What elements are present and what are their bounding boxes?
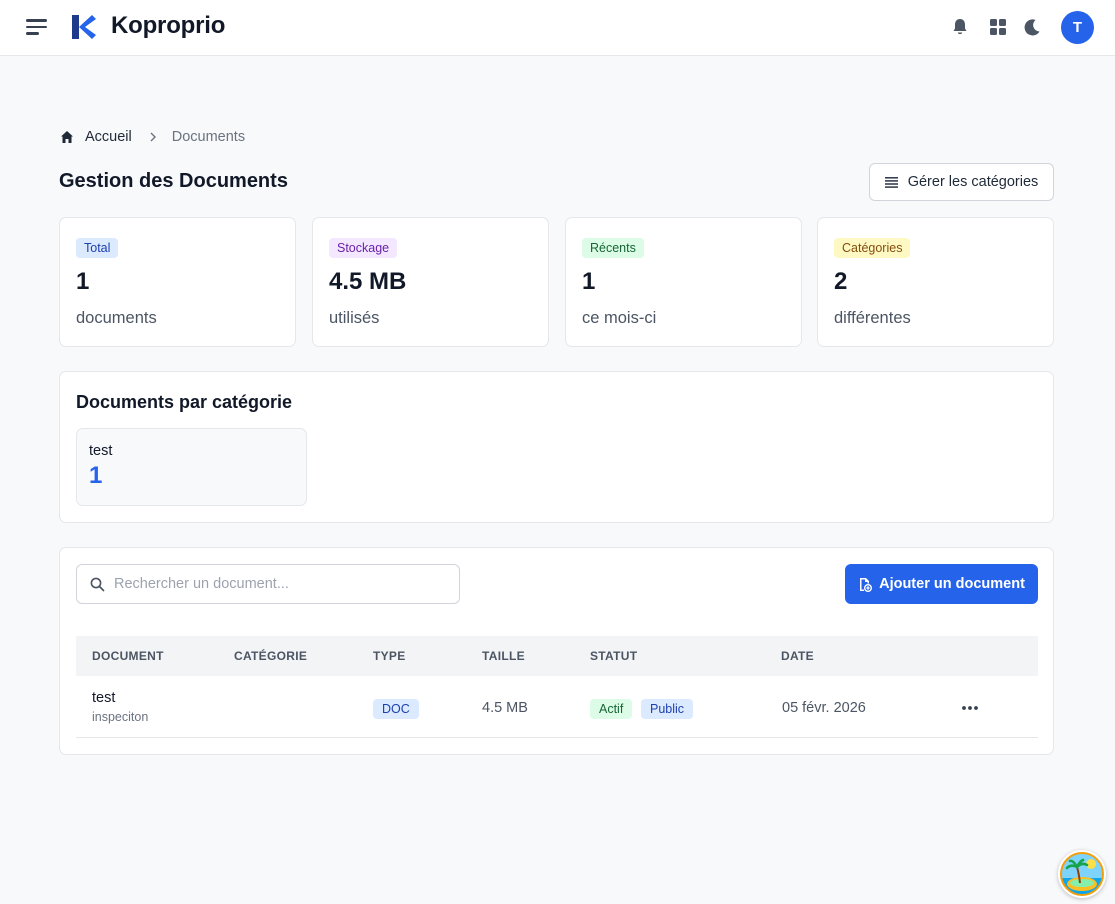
home-icon[interactable] [60,130,74,144]
stat-badge: Total [76,238,119,258]
document-size: 4.5 MB [482,700,528,716]
stat-card-storage: Stockage 4.5 MB utilisés [312,217,549,347]
breadcrumb-current: Documents [171,129,246,145]
stat-value: 1 [582,268,596,295]
stat-value: 2 [834,268,848,295]
type-badge: DOC [373,699,419,719]
stat-card-categories: Catégories 2 différentes [817,217,1054,347]
add-file-icon [860,577,873,592]
table-header: DOCUMENT CATÉGORIE TYPE TAILLE STATUT DA… [76,636,1038,676]
stat-badge: Récents [582,238,644,258]
apps-grid-icon[interactable] [987,16,1009,38]
table-row[interactable]: test inspeciton DOC 4.5 MB Actif Public … [76,676,1038,738]
stat-caption: utilisés [329,309,380,327]
column-header-status[interactable]: STATUT [590,649,637,663]
stat-badge: Stockage [329,238,398,258]
column-header-type[interactable]: TYPE [373,649,406,663]
page-title: Gestion des Documents [59,170,288,192]
category-name: test [89,443,113,459]
column-header-date[interactable]: DATE [781,649,814,663]
floating-assistant-button[interactable] [1058,850,1106,898]
visibility-badge: Public [641,699,694,719]
brand-name[interactable]: Koproprio [111,12,225,40]
top-navbar: Koproprio T [0,0,1115,56]
category-count: 1 [89,462,103,489]
column-header-size[interactable]: TAILLE [482,649,525,663]
search-input[interactable] [114,576,444,592]
moon-icon[interactable] [1021,16,1043,38]
menu-icon[interactable] [26,18,48,36]
bell-icon[interactable] [949,16,971,38]
documents-panel: Ajouter un document DOCUMENT CATÉGORIE T… [59,547,1054,755]
breadcrumb: Accueil Documents [60,128,245,146]
stat-value: 1 [76,268,90,295]
island-icon [1059,851,1105,897]
status-badge: Actif [590,699,633,719]
categories-panel: Documents par catégorie test 1 [59,371,1054,523]
stat-caption: ce mois-ci [582,309,657,327]
document-date: 05 févr. 2026 [782,700,866,716]
manage-categories-label: Gérer les catégories [907,174,1039,190]
search-icon [90,577,105,591]
stat-card-recent: Récents 1 ce mois-ci [565,217,802,347]
categories-panel-title: Documents par catégorie [76,392,293,412]
stat-caption: documents [76,309,157,327]
manage-categories-button[interactable]: Gérer les catégories [869,163,1054,201]
breadcrumb-home[interactable]: Accueil [85,129,132,145]
more-actions-icon[interactable] [960,700,980,716]
stat-value: 4.5 MB [329,268,407,295]
search-box [76,564,460,604]
chevron-right-icon [150,132,156,142]
document-name[interactable]: test [92,690,115,706]
category-card[interactable]: test 1 [76,428,307,506]
column-header-category[interactable]: CATÉGORIE [234,649,307,663]
column-header-document[interactable]: DOCUMENT [92,649,164,663]
document-description: inspeciton [92,710,149,724]
koproprio-logo [72,15,96,39]
stat-card-total: Total 1 documents [59,217,296,347]
stat-caption: différentes [834,309,911,327]
add-document-label: Ajouter un document [879,576,1025,592]
add-document-button[interactable]: Ajouter un document [845,564,1038,604]
stat-badge: Catégories [834,238,911,258]
list-icon [884,176,898,188]
user-avatar[interactable]: T [1061,11,1094,44]
